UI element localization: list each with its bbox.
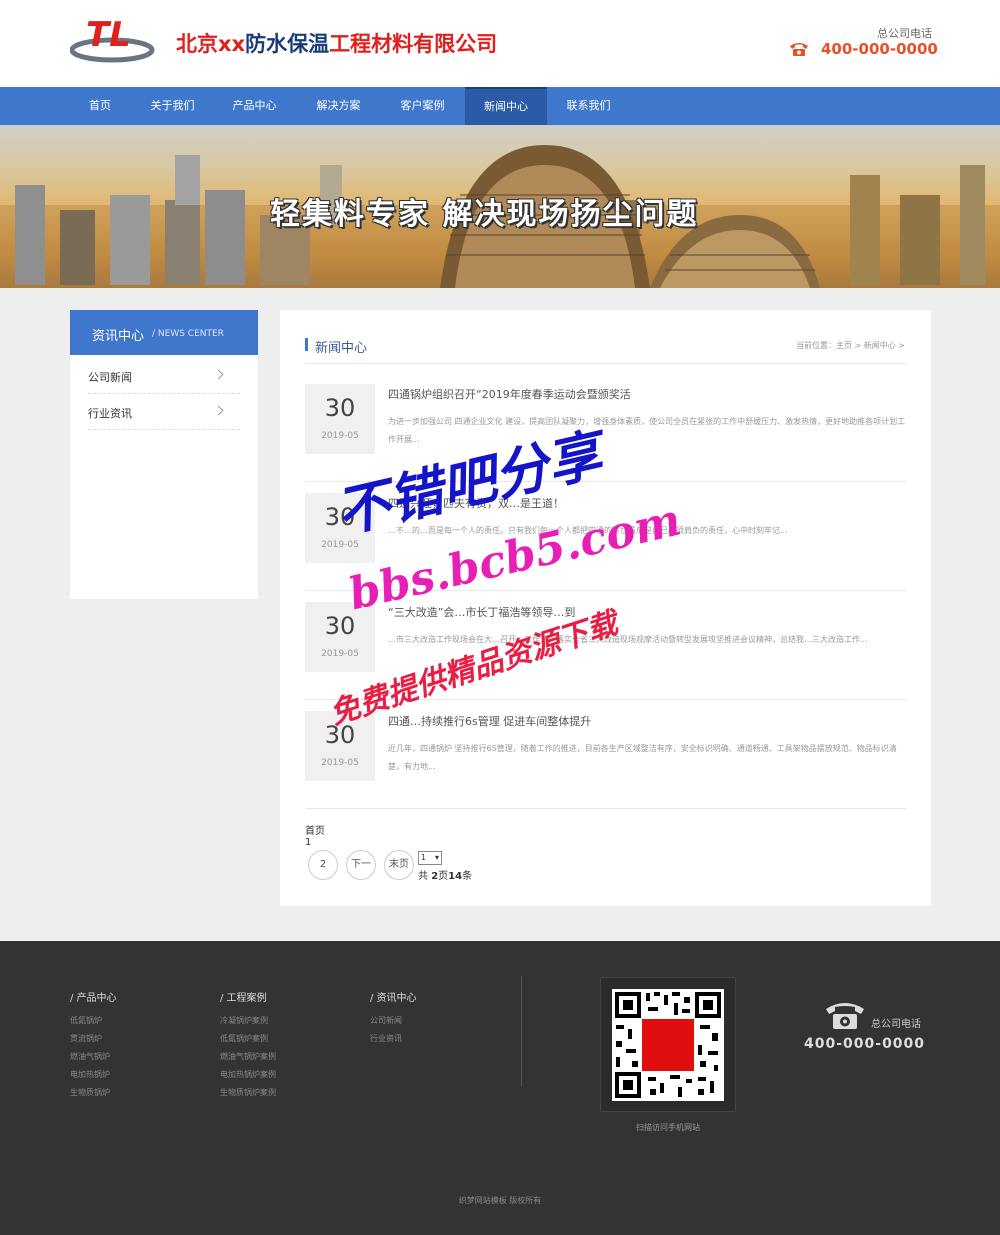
- chevron-right-icon: [213, 405, 224, 416]
- header-phone-number: 400-000-0000: [821, 40, 938, 58]
- footer-col-news-title: / 资讯中心: [370, 993, 417, 1004]
- header-phone-label: 总公司电话: [877, 27, 932, 40]
- telephone-icon: [826, 1003, 864, 1029]
- breadcrumb[interactable]: 当前位置：主页 > 新闻中心 >: [796, 340, 905, 351]
- sidebar-subtitle: / NEWS CENTER: [152, 329, 224, 339]
- nav-item-about[interactable]: 关于我们: [140, 87, 205, 125]
- nav-item-news[interactable]: 新闻中心: [465, 87, 547, 125]
- footer-link[interactable]: 低氮锅炉案例: [220, 1033, 268, 1044]
- footer-link[interactable]: 电加热锅炉案例: [220, 1069, 276, 1080]
- nav-item-home[interactable]: 首页: [75, 87, 125, 125]
- footer-link[interactable]: 公司新闻: [370, 1015, 402, 1026]
- date-day: 30: [324, 394, 356, 422]
- footer-link[interactable]: 燃油气锅炉案例: [220, 1051, 276, 1062]
- footer-divider: [521, 976, 522, 1086]
- footer-link[interactable]: 燃油气锅炉: [70, 1051, 110, 1062]
- nav-item-products[interactable]: 产品中心: [222, 87, 287, 125]
- svg-text:TL: TL: [86, 15, 131, 55]
- pagination-next-button[interactable]: 下一: [346, 850, 376, 880]
- divider: [305, 363, 906, 364]
- sidebar: 资讯中心 / NEWS CENTER 公司新闻 行业资讯: [70, 310, 258, 599]
- date-year-month: 2019-05: [321, 431, 359, 441]
- copyright: 织梦网站模板 版权所有: [458, 1196, 542, 1205]
- telephone-icon: [790, 43, 808, 56]
- footer-link[interactable]: 生物质锅炉: [70, 1087, 110, 1098]
- banner-slogan: 轻集料专家 解决现场扬尘问题: [270, 197, 699, 232]
- chevron-right-icon: [213, 369, 224, 380]
- sidebar-item-industry-news[interactable]: 行业资讯: [88, 394, 240, 430]
- footer-phone-number: 400-000-0000: [804, 1036, 926, 1052]
- date-box: 30 2019-05: [305, 384, 375, 454]
- news-item[interactable]: 30 2019-05 四通…持续推行6s管理 促进车间整体提升 近几年，四通锅炉…: [305, 700, 906, 809]
- footer-phone-label: 总公司电话: [871, 1019, 921, 1030]
- sidebar-item-company-news[interactable]: 公司新闻: [88, 358, 240, 394]
- qr-code-image: [612, 989, 724, 1101]
- nav-item-solutions[interactable]: 解决方案: [306, 87, 371, 125]
- footer-link[interactable]: 贯流锅炉: [70, 1033, 102, 1044]
- pagination-total: 共 2页14条: [418, 871, 473, 882]
- nav-item-contact[interactable]: 联系我们: [556, 87, 621, 125]
- main-nav: 首页 关于我们 产品中心 解决方案 客户案例 新闻中心 联系我们: [0, 87, 1000, 125]
- sidebar-title: 资讯中心: [92, 329, 145, 344]
- footer-link[interactable]: 电加热锅炉: [70, 1069, 110, 1080]
- date-year-month: 2019-05: [321, 649, 359, 659]
- footer-link[interactable]: 低氮锅炉: [70, 1015, 102, 1026]
- footer-link[interactable]: 冷凝锅炉案例: [220, 1015, 268, 1026]
- footer-col-products-title: / 产品中心: [70, 993, 117, 1004]
- sidebar-item-label: 公司新闻: [88, 371, 132, 384]
- nav-item-cases[interactable]: 客户案例: [390, 87, 455, 125]
- qr-caption: 扫描访问手机网站: [636, 1123, 700, 1132]
- pagination-page-2-button[interactable]: 2: [308, 850, 338, 880]
- site-header: TL 北京xx防水保温工程材料有限公司 总公司电话 400-000-0000: [0, 0, 1000, 87]
- news-title[interactable]: 四通锅炉组织召开“2019年度春季运动会暨颁奖活: [388, 386, 631, 402]
- pagination-page-select[interactable]: 1: [418, 851, 442, 865]
- sidebar-header: 资讯中心 / NEWS CENTER: [70, 310, 258, 355]
- title-accent-bar: [305, 338, 308, 351]
- site-footer: / 产品中心 低氮锅炉 贯流锅炉 燃油气锅炉 电加热锅炉 生物质锅炉 / 工程案…: [0, 941, 1000, 1235]
- page-title: 新闻中心: [315, 341, 368, 356]
- pagination-current-page: 1: [305, 837, 312, 848]
- pagination-first-link[interactable]: 首页: [305, 822, 325, 837]
- date-year-month: 2019-05: [321, 758, 359, 768]
- news-title[interactable]: 四通…持续推行6s管理 促进车间整体提升: [388, 713, 591, 729]
- pagination-last-button[interactable]: 末页: [384, 850, 414, 880]
- footer-col-cases-title: / 工程案例: [220, 993, 267, 1004]
- news-summary: 近几年，四通锅炉 坚持推行6S管理，随着工作的推进，目前各生产区域整洁有序，安全…: [388, 744, 897, 771]
- company-name: 北京xx防水保温工程材料有限公司: [176, 32, 498, 56]
- company-logo[interactable]: TL: [70, 14, 156, 64]
- footer-link[interactable]: 行业资讯: [370, 1033, 402, 1044]
- footer-link[interactable]: 生物质锅炉案例: [220, 1087, 276, 1098]
- hero-banner: 轻集料专家 解决现场扬尘问题: [0, 125, 1000, 288]
- sidebar-item-label: 行业资讯: [88, 407, 132, 420]
